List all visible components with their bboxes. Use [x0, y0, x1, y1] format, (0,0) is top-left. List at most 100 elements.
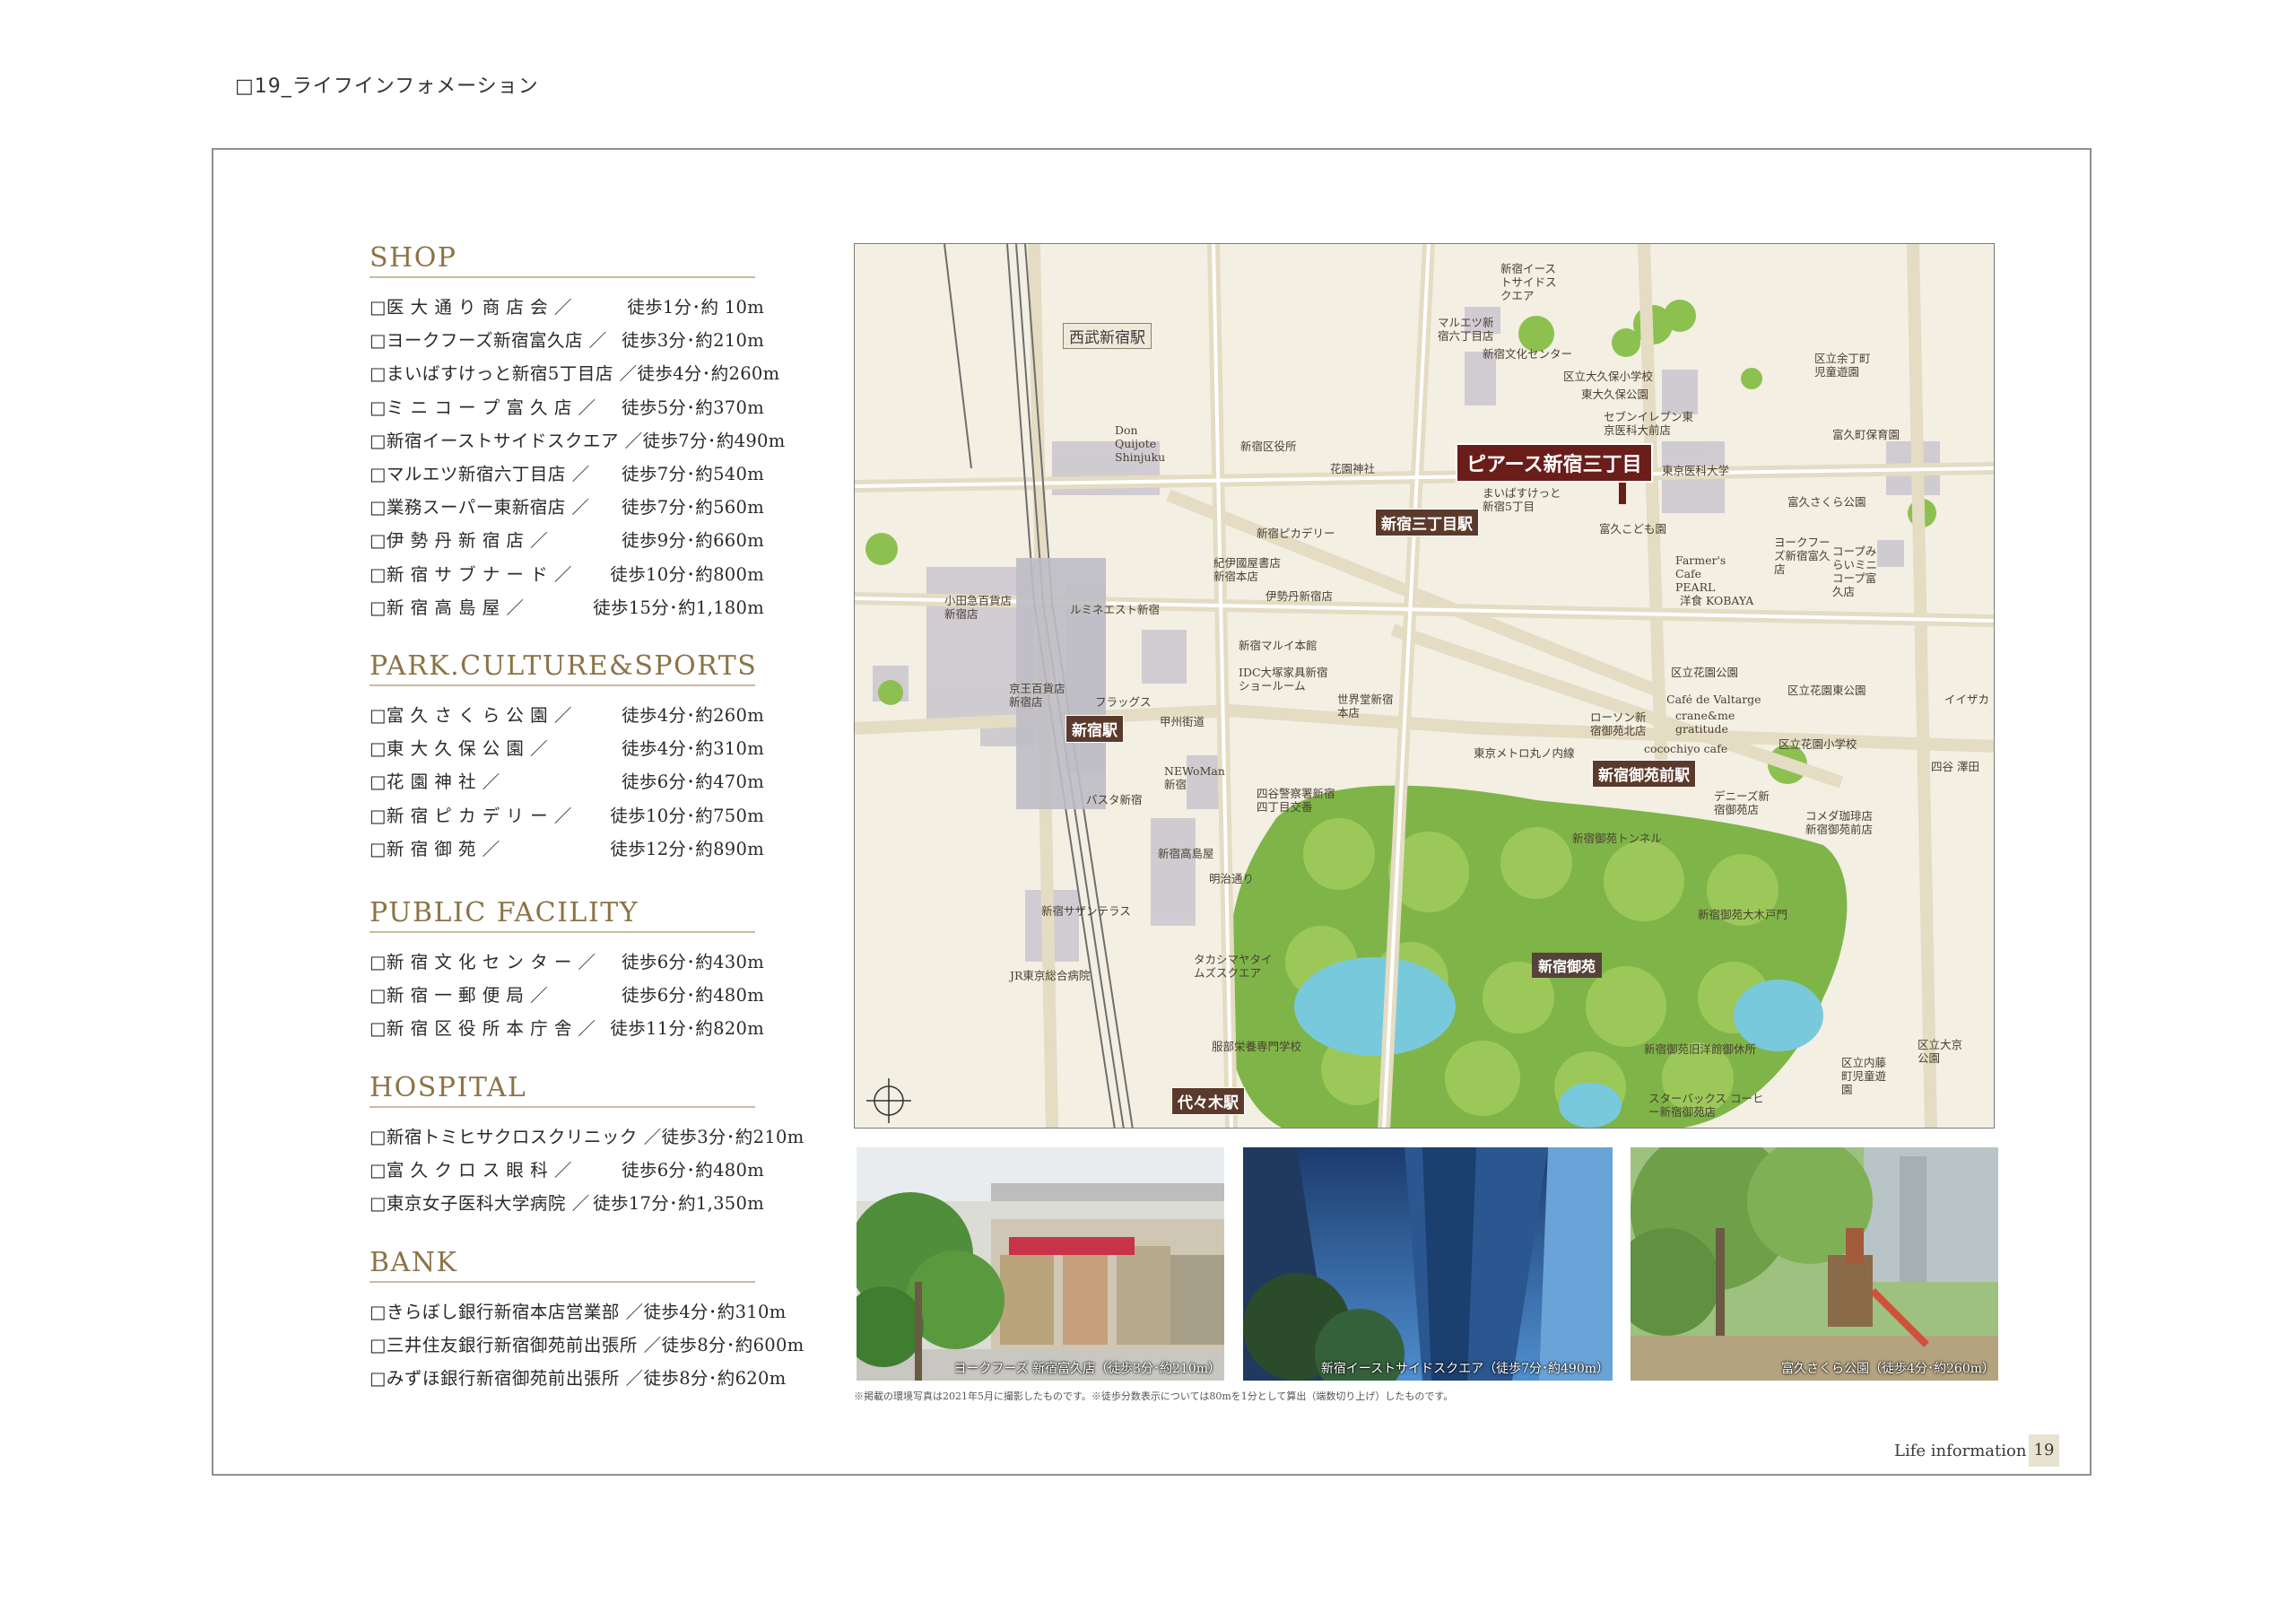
facility-name: □新 宿 文 化 セ ン タ ー ／	[370, 952, 596, 972]
map-label: 新宿サザンテラス	[1041, 904, 1131, 918]
facility-distance: 徒歩7分･約560m	[622, 497, 764, 519]
facility-name: □みずほ銀行新宿御苑前出張所 ／	[370, 1368, 644, 1390]
list-item: □新 宿 文 化 セ ン タ ー ／ 徒歩6分･約430m	[370, 946, 764, 979]
facility-distance: 徒歩3分･約210m	[661, 1127, 804, 1147]
facility-name: □ヨークフーズ新宿富久店 ／	[370, 330, 607, 352]
map-label: IDC大塚家具新宿ショールーム	[1239, 666, 1328, 693]
photo-caption: 富久さくら公園（徒歩4分･約260m）	[1781, 1362, 1995, 1376]
category-list: □富 久 さ く ら 公 園 ／ 徒歩4分･約260m □東 大 久 保 公 園 ／…	[370, 699, 764, 866]
facility-name: □新 宿 ピ カ デ リ ー ／	[370, 805, 572, 826]
map-label: タカシマヤタイムズスクエア	[1194, 953, 1273, 980]
facility-distance: 徒歩4分･約260m	[637, 363, 780, 385]
list-item: □きらぼし銀行新宿本店営業部 ／徒歩4分･約310m	[370, 1295, 786, 1329]
map-label: 紀伊國屋書店新宿本店	[1213, 556, 1282, 583]
list-item: □富 久 さ く ら 公 園 ／ 徒歩4分･約260m	[370, 699, 764, 732]
category-list: □新 宿 文 化 セ ン タ ー ／ 徒歩6分･約430m □新 宿 一 郵 便 局…	[370, 946, 764, 1046]
map-label: フラッグス	[1095, 695, 1152, 709]
map-label: 明治通り	[1209, 872, 1255, 885]
map-label: 新宿文化センター	[1483, 347, 1573, 361]
map-label: 区立内藤町児童遊園	[1841, 1056, 1887, 1096]
page-label: □19_ライフインフォメーション	[235, 75, 539, 98]
facility-distance: 徒歩11分･約820m	[610, 1018, 764, 1040]
property-label: ピアース新宿三丁目	[1456, 443, 1653, 483]
map-label: 新宿御苑トンネル	[1572, 832, 1662, 845]
category-title: SHOP	[370, 242, 755, 278]
list-item: □新宿トミヒサクロスクリニック ／徒歩3分･約210m	[370, 1120, 804, 1154]
map-label: Farmer's Cafe PEARL	[1675, 553, 1726, 594]
facility-distance: 徒歩7分･約540m	[622, 464, 764, 485]
map-label: 京王百貨店新宿店	[1009, 682, 1065, 709]
facility-name: □三井住友銀行新宿御苑前出張所 ／	[370, 1335, 662, 1356]
facility-distance: 徒歩15分･約1,180m	[593, 597, 764, 618]
facility-distance: 徒歩7分･約490m	[642, 430, 786, 451]
facility-distance: 徒歩1分･約 10m	[627, 297, 764, 318]
list-item: □ヨークフーズ新宿富久店 ／ 徒歩3分･約210m	[370, 324, 764, 357]
map-label: 服部栄養専門学校	[1212, 1040, 1302, 1053]
category-list: □新宿トミヒサクロスクリニック ／徒歩3分･約210m □富 久 ク ロ ス 眼 …	[370, 1120, 804, 1221]
category-list: □医 大 通 り 商 店 会 ／ 徒歩1分･約 10m □ヨークフーズ新宿富久店 ／…	[370, 291, 785, 624]
map-label: 花園神社	[1330, 462, 1376, 475]
map-label: JR東京総合病院	[1010, 969, 1091, 982]
facility-name: □東 大 久 保 公 園 ／	[370, 738, 549, 760]
facility-name: □新 宿 高 島 屋 ／	[370, 597, 525, 618]
map-label: 東大久保公園	[1581, 388, 1649, 401]
photo-eastside-square: 新宿イーストサイドスクエア（徒歩7分･約490m）	[1243, 1147, 1613, 1381]
eastside-square-image	[1243, 1147, 1613, 1381]
map-label: NEWoMan新宿	[1164, 764, 1225, 791]
map-label: 東京医科大学	[1662, 464, 1730, 477]
map-label: 区立大久保小学校	[1563, 370, 1654, 383]
photo-tomihisa-park: 富久さくら公園（徒歩4分･約260m）	[1631, 1147, 1998, 1381]
facility-name: □伊 勢 丹 新 宿 店 ／	[370, 530, 549, 552]
list-item: □三井住友銀行新宿御苑前出張所 ／徒歩8分･約600m	[370, 1329, 804, 1362]
page-number: 19	[2029, 1434, 2059, 1467]
map-label: コメダ珈琲店新宿御苑前店	[1805, 809, 1874, 836]
map-label: バスタ新宿	[1086, 793, 1143, 806]
map-label: 新宿高島屋	[1158, 847, 1214, 860]
map-label: 富久町保育園	[1832, 428, 1900, 441]
facility-name: □マルエツ新宿六丁目店 ／	[370, 464, 590, 485]
map-label: 新宿マルイ本館	[1239, 639, 1318, 652]
station-label-gyoenmae: 新宿御苑前駅	[1592, 760, 1696, 788]
photo-york-foods: ヨークフーズ 新宿富久店（徒歩3分･約210m）	[857, 1147, 1224, 1381]
list-item: □新 宿 サ ブ ナ ー ド ／ 徒歩10分･約800m	[370, 558, 764, 591]
list-item: □業務スーパー東新宿店 ／ 徒歩7分･約560m	[370, 491, 764, 524]
map-label: cocochiyo cafe	[1644, 742, 1728, 755]
map-label: 区立花園公園	[1671, 666, 1739, 679]
photo-caption: 新宿イーストサイドスクエア（徒歩7分･約490m）	[1320, 1362, 1609, 1376]
tomihisa-park-image	[1631, 1147, 1998, 1381]
station-label-yoyogi: 代々木駅	[1171, 1087, 1245, 1115]
map-label: コープみらいミニコープ富久店	[1832, 545, 1878, 598]
map-label: ルミネエスト新宿	[1070, 603, 1161, 616]
facility-name: □富 久 さ く ら 公 園 ／	[370, 705, 572, 726]
map-label: 東京メトロ丸ノ内線	[1474, 746, 1575, 760]
facility-name: □花 園 神 社 ／	[370, 771, 500, 793]
map-label: マルエツ新宿六丁目店	[1438, 316, 1494, 343]
category-hospital: HOSPITAL □新宿トミヒサクロスクリニック ／徒歩3分･約210m □富 久 …	[370, 1072, 804, 1221]
map-label: 富久さくら公園	[1787, 495, 1866, 509]
facility-distance: 徒歩8分･約620m	[643, 1368, 787, 1390]
map-label: 四谷 澤田	[1931, 760, 1979, 773]
map-label: 四谷警察署新宿四丁目交番	[1257, 787, 1335, 814]
list-item: □新 宿 高 島 屋 ／ 徒歩15分･約1,180m	[370, 591, 764, 624]
facility-distance: 徒歩3分･約210m	[622, 330, 764, 352]
category-park-culture-sports: PARK.CULTURE&SPORTS □富 久 さ く ら 公 園 ／ 徒歩4分･…	[370, 650, 764, 866]
map-label: まいばすけっと新宿5丁目	[1483, 486, 1561, 513]
category-title: PARK.CULTURE&SPORTS	[370, 650, 756, 686]
category-bank: BANK □きらぼし銀行新宿本店営業部 ／徒歩4分･約310m □三井住友銀行新宿御…	[370, 1247, 804, 1396]
list-item: □富 久 ク ロ ス 眼 科 ／ 徒歩6分･約480m	[370, 1154, 764, 1187]
list-item: □東 大 久 保 公 園 ／ 徒歩4分･約310m	[370, 732, 764, 765]
facility-name: □きらぼし銀行新宿本店営業部 ／	[370, 1302, 644, 1322]
map-label: 新宿御苑大木戸門	[1698, 908, 1788, 921]
category-public-facility: PUBLIC FACILITY □新 宿 文 化 セ ン タ ー ／ 徒歩6分･約4…	[370, 897, 764, 1046]
map-label: デニーズ新宿御苑店	[1714, 789, 1770, 816]
facility-name: □医 大 通 り 商 店 会 ／	[370, 297, 572, 318]
facility-name: □新 宿 一 郵 便 局 ／	[370, 985, 549, 1007]
facility-name: □業務スーパー東新宿店 ／	[370, 497, 590, 519]
facility-distance: 徒歩4分･約310m	[622, 738, 764, 760]
facility-distance: 徒歩17分･約1,350m	[593, 1193, 764, 1215]
category-title: PUBLIC FACILITY	[370, 897, 755, 933]
list-item: □新 宿 御 苑 ／ 徒歩12分･約890m	[370, 832, 764, 866]
facility-distance: 徒歩6分･約470m	[622, 771, 764, 793]
station-label-sanchome: 新宿三丁目駅	[1375, 509, 1479, 536]
facility-name: □まいばすけっと新宿5丁目店 ／	[370, 363, 638, 385]
